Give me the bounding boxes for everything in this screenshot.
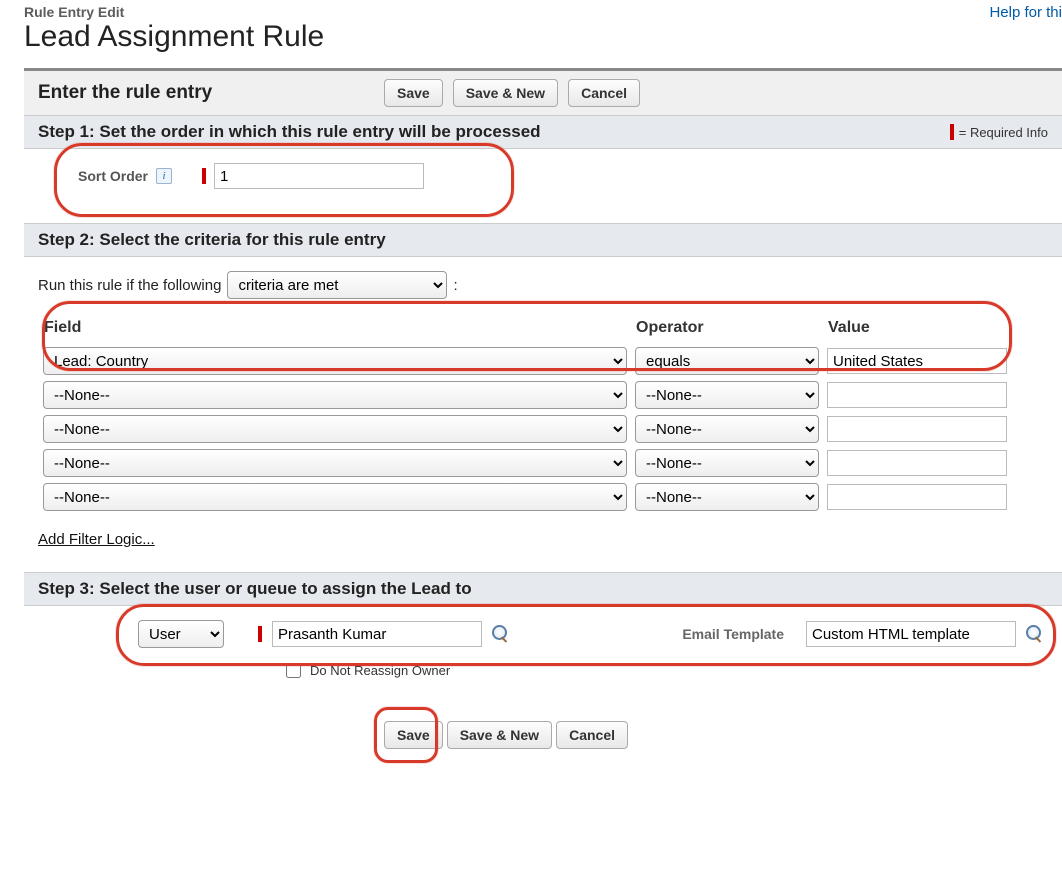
criteria-value-input[interactable] (827, 484, 1007, 510)
step1-header: Step 1: Set the order in which this rule… (38, 122, 541, 142)
do-not-reassign-label: Do Not Reassign Owner (310, 663, 450, 678)
criteria-intro-prefix: Run this rule if the following (38, 277, 221, 294)
col-operator-header: Operator (632, 315, 822, 343)
criteria-intro-suffix: : (453, 277, 457, 294)
required-mark-icon (258, 626, 262, 642)
criteria-mode-select[interactable]: criteria are met (227, 271, 447, 299)
step1-body: Sort Order i (24, 149, 1062, 223)
email-template-label: Email Template (682, 626, 796, 642)
required-mark-icon (202, 168, 206, 184)
save-button[interactable]: Save (384, 79, 443, 107)
step3-header: Step 3: Select the user or queue to assi… (38, 579, 472, 599)
action-bar-bottom: Save Save & New Cancel (24, 705, 1062, 769)
criteria-field-select[interactable]: Lead: Country (43, 347, 627, 375)
email-template-input[interactable] (806, 621, 1016, 647)
required-mark-icon (950, 124, 954, 140)
criteria-field-select[interactable]: --None-- (43, 381, 627, 409)
criteria-value-input[interactable] (827, 450, 1007, 476)
help-link[interactable]: Help for thi (989, 4, 1062, 21)
do-not-reassign-checkbox[interactable] (286, 663, 301, 678)
criteria-field-select[interactable]: --None-- (43, 483, 627, 511)
action-bar-top: Enter the rule entry Save Save & New Can… (24, 71, 1062, 115)
breadcrumb: Rule Entry Edit (24, 4, 324, 20)
sort-order-input[interactable] (214, 163, 424, 189)
criteria-operator-select[interactable]: --None-- (635, 449, 819, 477)
criteria-operator-select[interactable]: --None-- (635, 483, 819, 511)
save-button[interactable]: Save (384, 721, 443, 749)
cancel-button[interactable]: Cancel (568, 79, 640, 107)
lookup-icon[interactable] (492, 625, 510, 643)
lookup-icon[interactable] (1026, 625, 1044, 643)
info-icon[interactable]: i (156, 168, 172, 184)
criteria-value-input[interactable] (827, 416, 1007, 442)
add-filter-logic-link[interactable]: Add Filter Logic... (38, 531, 155, 548)
sort-order-label: Sort Order (38, 168, 148, 184)
col-value-header: Value (824, 315, 1046, 343)
step3-body: User Email Template Do Not Reassign Owne… (24, 606, 1062, 705)
page-title: Lead Assignment Rule (24, 20, 324, 54)
criteria-operator-select[interactable]: --None-- (635, 381, 819, 409)
assignee-type-select[interactable]: User (138, 620, 224, 648)
cancel-button[interactable]: Cancel (556, 721, 628, 749)
criteria-table: Field Operator Value Lead: Country equal… (38, 313, 1048, 515)
required-legend: = Required Info (950, 124, 1048, 140)
criteria-value-input[interactable] (827, 382, 1007, 408)
criteria-field-select[interactable]: --None-- (43, 415, 627, 443)
section-title: Enter the rule entry (38, 82, 378, 104)
assignee-name-input[interactable] (272, 621, 482, 647)
criteria-field-select[interactable]: --None-- (43, 449, 627, 477)
criteria-operator-select[interactable]: equals (635, 347, 819, 375)
col-field-header: Field (40, 315, 630, 343)
save-and-new-button[interactable]: Save & New (453, 79, 558, 107)
step2-body: Run this rule if the following criteria … (24, 257, 1062, 572)
step2-header: Step 2: Select the criteria for this rul… (38, 230, 386, 250)
criteria-operator-select[interactable]: --None-- (635, 415, 819, 443)
criteria-value-input[interactable] (827, 348, 1007, 374)
save-and-new-button[interactable]: Save & New (447, 721, 552, 749)
